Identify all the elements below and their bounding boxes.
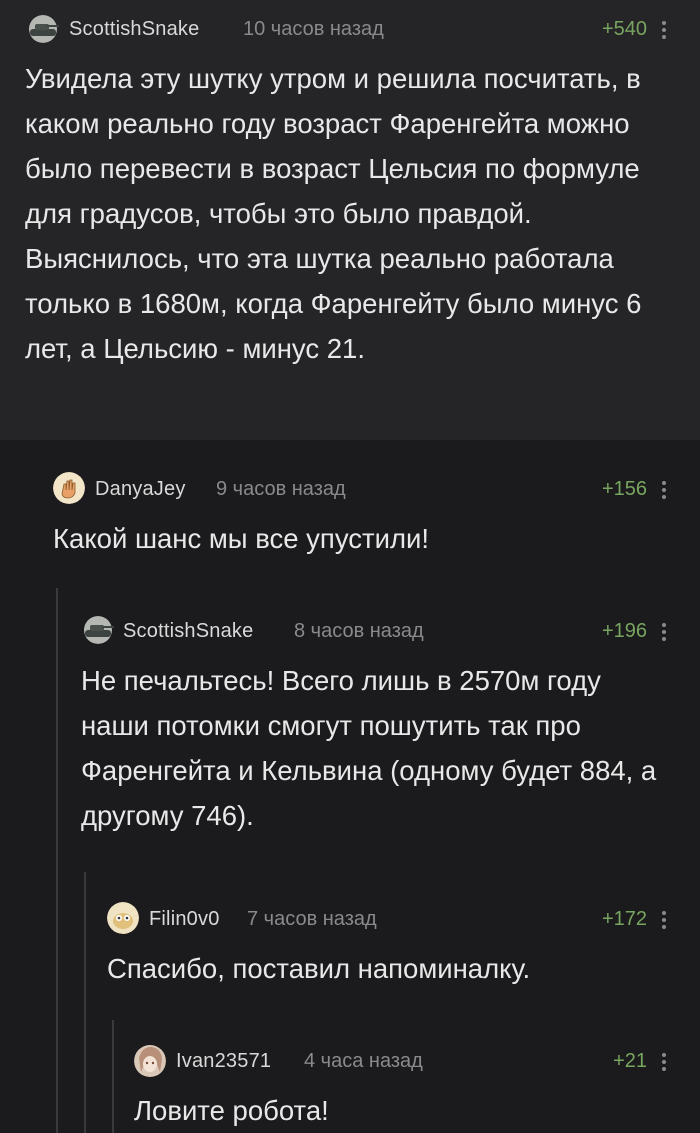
comment-header: Filin0v0 7 часов назад +172 (107, 900, 675, 936)
more-options-icon[interactable] (661, 1052, 667, 1072)
comment-header: ScottishSnake 10 часов назад +540 (25, 10, 675, 46)
comment-time: 9 часов назад (216, 478, 346, 500)
comment-5: Ivan23571 4 часа назад +21 Ловите робота… (134, 1042, 675, 1133)
comment-time: 7 часов назад (247, 908, 377, 930)
username[interactable]: ScottishSnake (69, 18, 199, 41)
more-options-icon[interactable] (661, 20, 667, 40)
comment-header: DanyaJey 9 часов назад +156 (53, 470, 675, 506)
comment-rating: +196 (601, 620, 647, 642)
username[interactable]: ScottishSnake (123, 620, 253, 643)
comment-rating: +156 (601, 478, 647, 500)
comment-header: Ivan23571 4 часа назад +21 (134, 1042, 675, 1078)
comment-1: ScottishSnake 10 часов назад +540 Увидел… (25, 10, 675, 371)
tank-avatar[interactable] (25, 15, 61, 43)
comment-text: Какой шанс мы все упустили! (53, 523, 430, 554)
comment-rating: +540 (601, 18, 647, 40)
comment-rating: +21 (613, 1050, 647, 1072)
comment-time: 8 часов назад (294, 620, 424, 642)
anime-avatar[interactable] (134, 1044, 166, 1078)
hand-avatar[interactable] (53, 472, 85, 504)
username[interactable]: Filin0v0 (149, 908, 220, 931)
comment-time: 4 часа назад (304, 1050, 423, 1072)
tank-avatar[interactable] (81, 616, 115, 644)
thread-line-level-4[interactable] (112, 1020, 114, 1133)
thread-line-level-2[interactable] (56, 588, 58, 1133)
comment-header: ScottishSnake 8 часов назад +196 (81, 612, 675, 648)
owl-avatar[interactable] (107, 902, 139, 934)
comment-text: Ловите робота! (134, 1095, 329, 1126)
username[interactable]: Ivan23571 (176, 1050, 271, 1073)
comment-2: DanyaJey 9 часов назад +156 Какой шанс м… (53, 470, 675, 561)
more-options-icon[interactable] (661, 622, 667, 642)
comment-rating: +172 (601, 908, 647, 930)
more-options-icon[interactable] (661, 480, 667, 500)
comment-text: Спасибо, поставил напоминалку. (107, 953, 531, 984)
comment-text: Не печальтесь! Всего лишь в 2570м году н… (81, 665, 657, 831)
comment-time: 10 часов назад (243, 18, 384, 40)
thread-line-level-3[interactable] (84, 872, 86, 1133)
more-options-icon[interactable] (661, 910, 667, 930)
username[interactable]: DanyaJey (95, 478, 186, 501)
comment-3: ScottishSnake 8 часов назад +196 Не печа… (81, 612, 675, 838)
comment-4: Filin0v0 7 часов назад +172 Спасибо, пос… (107, 900, 675, 991)
comment-text: Увидела эту шутку утром и решила посчита… (25, 63, 642, 364)
